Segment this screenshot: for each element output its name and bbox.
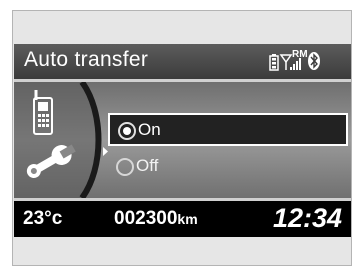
roaming-indicator: RM [292, 49, 308, 60]
screen-title: Auto transfer [24, 48, 149, 71]
status-icons: RM [269, 49, 320, 71]
menu-wheel-arc [14, 82, 99, 198]
phone-battery-icon [269, 54, 279, 71]
screen-header: Auto transfer RM [14, 44, 351, 79]
clock: 12:34 [272, 203, 342, 233]
menu-area: On Off [14, 82, 351, 198]
odometer-value: 002300 [114, 208, 178, 229]
multi-info-display: Auto transfer RM On Off 23°c 002300km 12… [14, 44, 351, 237]
status-footer: 23°c 002300km 12:34 [14, 201, 351, 237]
radio-selected-icon [118, 122, 136, 140]
odometer-unit: km [177, 211, 198, 227]
bluetooth-icon [308, 52, 320, 70]
outside-temperature: 23°c [23, 208, 63, 229]
option-off-label: Off [136, 156, 159, 175]
odometer: 002300km [114, 208, 198, 230]
option-on-label: On [138, 120, 161, 139]
option-on[interactable]: On [108, 113, 348, 146]
option-off[interactable]: Off [108, 151, 348, 184]
radio-unselected-icon [116, 158, 134, 176]
category-graphic [14, 82, 108, 198]
